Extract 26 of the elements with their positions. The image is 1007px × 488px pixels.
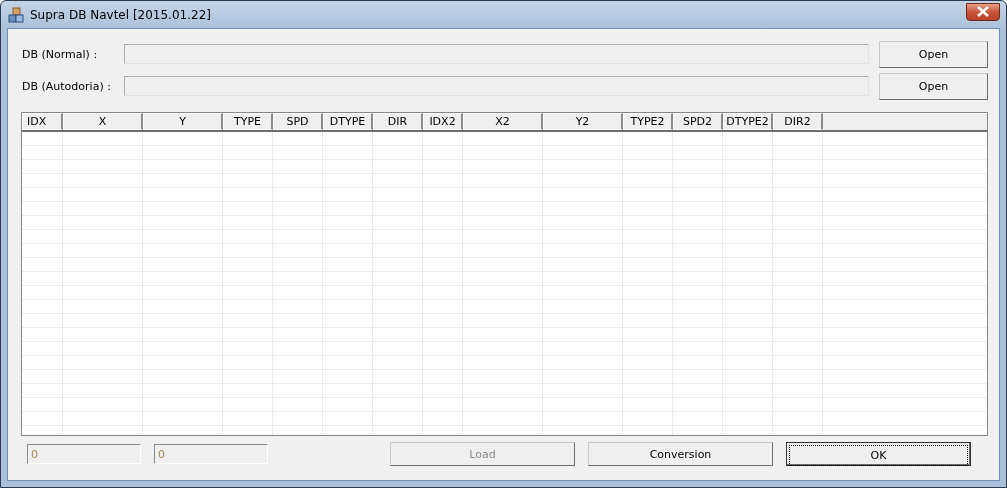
field-label: DB (Normal) :	[22, 47, 99, 61]
column-header[interactable]: DTYPE	[323, 113, 373, 130]
field-label: DB (Autodoria) :	[22, 79, 112, 93]
action-button[interactable]: Conversion	[588, 442, 773, 466]
column-header[interactable]: IDX2	[423, 113, 463, 130]
column-header[interactable]: SPD2	[673, 113, 723, 130]
app-icon	[8, 6, 24, 23]
open-button[interactable]: Open	[879, 72, 988, 100]
column-header[interactable]: SPD	[273, 113, 323, 130]
column-header[interactable]: TYPE	[223, 113, 273, 130]
close-icon	[976, 6, 990, 17]
column-header[interactable]: X2	[463, 113, 543, 130]
path-field[interactable]	[124, 44, 869, 64]
ok-button[interactable]: OK	[786, 442, 971, 466]
close-button[interactable]	[966, 2, 1000, 21]
column-header[interactable]: TYPE2	[623, 113, 673, 130]
column-header[interactable]: Y	[143, 113, 223, 130]
path-field[interactable]	[124, 76, 869, 96]
column-header[interactable]: DIR	[373, 113, 423, 130]
column-header[interactable]: IDX	[22, 113, 63, 130]
column-header[interactable]: X	[63, 113, 143, 130]
column-header[interactable]: DIR2	[773, 113, 823, 130]
column-header[interactable]: Y2	[543, 113, 623, 130]
window-title: Supra DB Navtel [2015.01.22]	[30, 7, 211, 22]
column-header[interactable]: DTYPE2	[723, 113, 773, 130]
open-button[interactable]: Open	[879, 40, 988, 68]
